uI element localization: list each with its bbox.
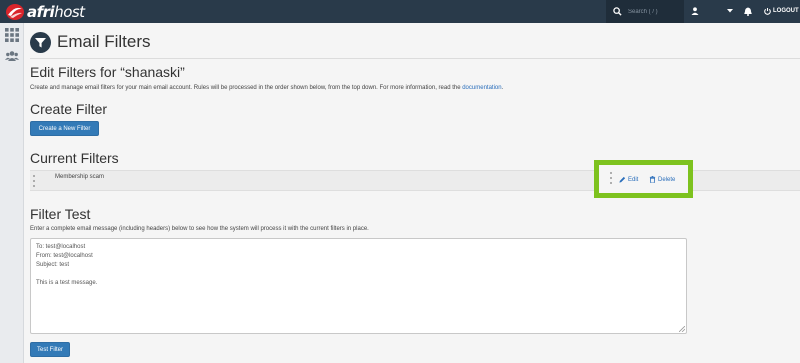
edit-filters-heading: Edit Filters for “shanaski” bbox=[30, 64, 185, 80]
main-content: Email Filters Edit Filters for “shanaski… bbox=[24, 23, 800, 363]
delete-filter-link[interactable]: Delete bbox=[649, 176, 675, 183]
create-new-filter-button[interactable]: Create a New Filter bbox=[30, 121, 99, 136]
filter-actions-highlight: Edit Delete bbox=[594, 160, 693, 198]
caret-down-icon[interactable] bbox=[725, 6, 735, 16]
test-filter-button[interactable]: Test Filter bbox=[30, 342, 70, 357]
sidebar bbox=[0, 23, 24, 363]
apps-grid-icon[interactable] bbox=[5, 28, 19, 42]
drag-handle-icon[interactable] bbox=[33, 175, 36, 187]
search-box[interactable] bbox=[606, 0, 684, 23]
header-divider bbox=[30, 58, 800, 59]
users-icon[interactable] bbox=[5, 49, 19, 63]
current-filters-heading: Current Filters bbox=[30, 150, 119, 166]
filter-test-description: Enter a complete email message (includin… bbox=[30, 226, 369, 232]
create-filter-heading: Create Filter bbox=[30, 101, 108, 117]
delete-label: Delete bbox=[658, 176, 676, 183]
test-message-textarea[interactable]: To: test@localhost From: test@localhost … bbox=[30, 238, 687, 334]
filter-name: Membership scam bbox=[55, 174, 105, 180]
intro-text: Create and manage email filters for your… bbox=[30, 85, 504, 91]
afrihost-swirl-icon bbox=[6, 3, 24, 20]
search-input[interactable] bbox=[628, 8, 678, 15]
afrihost-logo[interactable]: afrihost bbox=[5, 2, 115, 21]
search-icon bbox=[613, 7, 622, 16]
top-bar: afrihost LOGOUT bbox=[0, 0, 800, 23]
page-title: Email Filters bbox=[57, 32, 151, 51]
logout-button[interactable]: LOGOUT bbox=[764, 6, 799, 16]
drag-handle-icon[interactable] bbox=[610, 172, 613, 184]
logout-icon bbox=[764, 7, 771, 15]
brand-name: afrihost bbox=[27, 2, 85, 21]
logout-label: LOGOUT bbox=[773, 8, 799, 14]
edit-filter-link[interactable]: Edit bbox=[619, 176, 638, 183]
page-header: Email Filters bbox=[30, 29, 151, 55]
bell-icon[interactable] bbox=[743, 6, 753, 16]
resize-handle-icon[interactable] bbox=[679, 326, 685, 332]
filter-test-heading: Filter Test bbox=[30, 206, 91, 222]
filter-icon bbox=[30, 31, 51, 53]
trash-icon bbox=[649, 176, 656, 183]
pencil-icon bbox=[619, 176, 626, 183]
user-icon[interactable] bbox=[690, 6, 700, 16]
edit-label: Edit bbox=[628, 176, 639, 183]
documentation-link[interactable]: documentation bbox=[462, 85, 501, 91]
